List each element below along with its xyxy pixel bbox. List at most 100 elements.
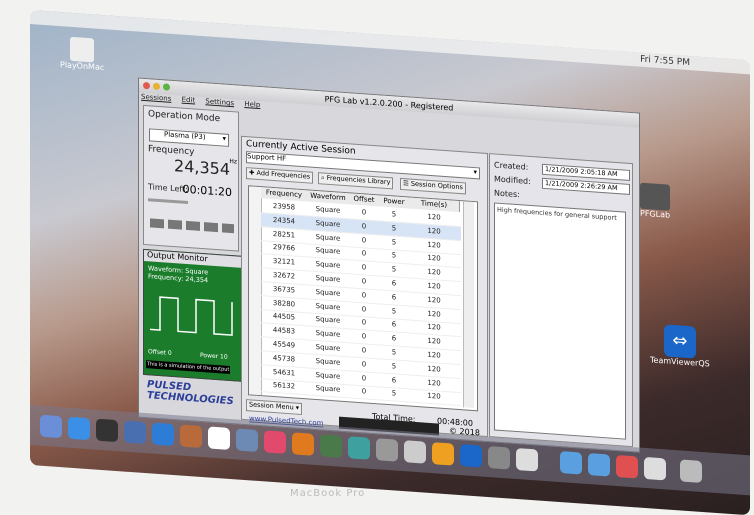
notes-label: Notes: xyxy=(494,188,520,200)
pfglab-icon xyxy=(640,182,671,211)
menu-sessions[interactable]: Sessions xyxy=(141,93,171,103)
frequencies-library-button[interactable]: ⌕ Frequencies Library xyxy=(318,172,394,190)
table-cell: 120 xyxy=(427,378,441,388)
operation-mode-select[interactable]: Plasma (P3) ▾ xyxy=(149,128,229,147)
desktop: Fri 7:55 PM PlayOnMac PFGLab ⇔ TeamViewe… xyxy=(30,10,750,515)
session-menu-button[interactable]: Session Menu ▾ xyxy=(246,399,303,416)
ibooks-icon[interactable] xyxy=(292,432,314,456)
table-cell: 29766 xyxy=(272,243,296,253)
frequency-label: Frequency xyxy=(148,144,195,158)
folder-icon[interactable] xyxy=(560,451,582,475)
col-header-offset[interactable]: Offset xyxy=(349,193,380,207)
table-cell: 5 xyxy=(391,224,397,233)
chevron-down-icon: ▾ xyxy=(473,168,477,177)
table-cell: 120 xyxy=(427,295,441,305)
table-cell: 5 xyxy=(391,237,397,247)
next-icon[interactable] xyxy=(222,223,234,234)
table-cell: 0 xyxy=(361,208,367,217)
table-cell: 6 xyxy=(391,279,397,288)
table-cell: Square xyxy=(315,301,341,312)
table-cell: 23958 xyxy=(272,201,296,212)
contacts-icon[interactable] xyxy=(180,424,202,449)
table-cell: 32672 xyxy=(272,270,296,281)
stop-icon[interactable] xyxy=(186,220,200,231)
table-cell: 0 xyxy=(361,290,367,300)
itunes-icon[interactable] xyxy=(264,430,286,454)
transport-buttons xyxy=(150,218,234,234)
table-cell: 120 xyxy=(427,226,441,236)
pfg-lab-window: PFG Lab v1.2.0.200 - Registered Sessions… xyxy=(138,77,640,453)
preview-icon[interactable] xyxy=(236,428,258,452)
safari-icon[interactable] xyxy=(152,422,174,447)
chevron-down-icon: ▾ xyxy=(222,134,226,143)
app-icon[interactable] xyxy=(488,446,510,470)
pulsed-tech-logo: PULSED TECHNOLOGIES xyxy=(147,379,234,408)
time-machine-icon[interactable] xyxy=(348,436,370,460)
table-cell: 0 xyxy=(361,387,367,396)
menu-settings[interactable]: Settings xyxy=(205,97,234,107)
monitor-power: Power 10 xyxy=(200,351,228,361)
trash-icon[interactable] xyxy=(680,459,702,483)
desktop-icon-playonmac[interactable]: PlayOnMac xyxy=(60,36,104,72)
table-cell: 120 xyxy=(427,350,441,360)
color-picker-icon[interactable] xyxy=(616,454,638,479)
menu-help[interactable]: Help xyxy=(244,100,260,109)
teamviewer-dock-icon[interactable] xyxy=(460,444,482,468)
photos-folder-icon[interactable] xyxy=(124,420,146,445)
table-cell: 44505 xyxy=(272,312,296,322)
session-options-button[interactable]: ☰ Session Options xyxy=(400,177,466,195)
progress-slider[interactable] xyxy=(148,198,188,205)
pause-icon[interactable] xyxy=(168,219,182,230)
photos-icon[interactable] xyxy=(432,442,454,466)
table-cell: 120 xyxy=(427,309,441,319)
table-cell: 120 xyxy=(427,240,441,250)
photo-booth-icon[interactable] xyxy=(320,434,342,458)
table-cell: 120 xyxy=(427,281,441,291)
table-cell: 5 xyxy=(391,265,397,274)
table-cell: 0 xyxy=(361,332,367,341)
table-cell: 5 xyxy=(391,210,397,219)
table-cell: 44583 xyxy=(272,326,296,336)
table-scrollbar[interactable] xyxy=(463,201,474,409)
finder-icon[interactable] xyxy=(40,414,62,439)
downloads-folder-icon[interactable] xyxy=(588,453,610,477)
frequency-unit: Hz xyxy=(229,157,237,166)
col-header-power[interactable]: Power xyxy=(379,195,410,209)
table-cell: 0 xyxy=(361,263,367,272)
created-label: Created: xyxy=(494,160,529,172)
table-cell: Square xyxy=(315,315,341,326)
app-store-icon[interactable] xyxy=(68,416,90,441)
keyboard-icon[interactable] xyxy=(516,447,538,472)
table-cell: Square xyxy=(315,232,341,243)
table-cell: Square xyxy=(315,204,341,215)
operation-mode-label: Operation Mode xyxy=(148,109,221,125)
desktop-icon-teamviewer[interactable]: ⇔ TeamViewerQS xyxy=(650,323,710,369)
previous-icon[interactable] xyxy=(204,222,218,233)
table-cell: 5 xyxy=(391,362,397,371)
menubar-clock: Fri 7:55 PM xyxy=(640,54,690,69)
launchpad-icon[interactable] xyxy=(96,418,118,443)
menu-bar: Fri 7:55 PM xyxy=(30,10,750,75)
document-icon[interactable] xyxy=(644,456,666,481)
output-monitor: Output Monitor Waveform: Square Frequenc… xyxy=(143,248,243,382)
table-cell: 120 xyxy=(427,364,441,374)
table-cell: 120 xyxy=(427,212,441,222)
system-preferences-icon[interactable] xyxy=(376,438,398,462)
notes-textarea[interactable]: High frequencies for general support xyxy=(494,202,626,440)
add-frequencies-button[interactable]: ✚ Add Frequencies xyxy=(246,167,314,184)
operation-panel: Operation Mode Plasma (P3) ▾ Frequency 2… xyxy=(143,104,239,252)
modified-field: 1/21/2009 2:26:29 AM xyxy=(542,177,630,195)
table-cell: Square xyxy=(315,356,341,367)
table-cell: Square xyxy=(315,218,341,229)
menu-edit[interactable]: Edit xyxy=(182,96,196,105)
calendar-icon[interactable] xyxy=(208,426,230,450)
desktop-icon-pfglab[interactable]: PFGLab xyxy=(640,182,671,220)
activity-monitor-icon[interactable] xyxy=(404,440,426,464)
table-cell: 45738 xyxy=(272,353,296,364)
table-cell: 6 xyxy=(391,334,397,343)
play-icon[interactable] xyxy=(150,218,164,229)
table-cell: Square xyxy=(315,287,341,298)
modified-label: Modified: xyxy=(494,174,531,187)
table-cell: 5 xyxy=(391,348,397,357)
teamviewer-icon: ⇔ xyxy=(663,324,696,359)
